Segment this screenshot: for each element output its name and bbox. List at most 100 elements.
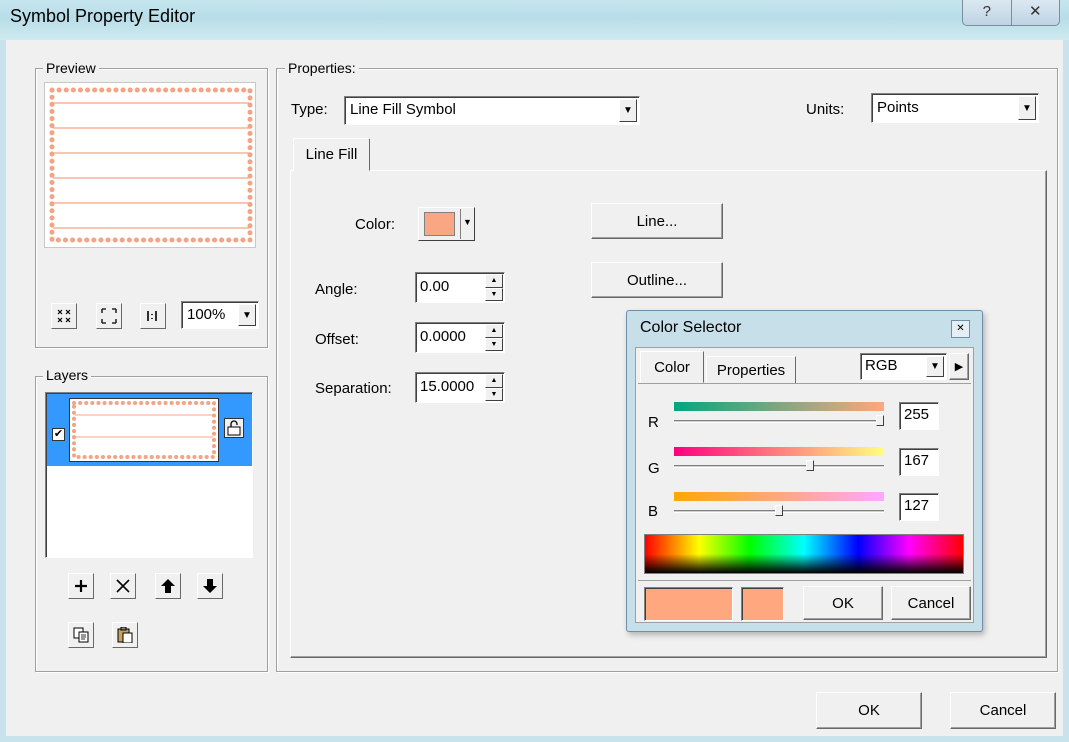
angle-spinner[interactable]: ▲ ▼ <box>485 274 503 301</box>
color-cancel-button[interactable]: Cancel <box>891 586 971 620</box>
offset-value: 0.0000 <box>420 328 466 345</box>
separation-field[interactable]: 15.0000 ▲ ▼ <box>415 372 505 403</box>
color-selector-body: Color Properties RGB ▼ ▶ R 255 G 167 B 1… <box>635 347 974 623</box>
type-label: Type: <box>291 101 328 118</box>
color-label: Color: <box>355 216 396 233</box>
delete-layer-button[interactable] <box>110 573 136 599</box>
preview-canvas <box>44 82 256 248</box>
preview-legend: Preview <box>43 60 99 76</box>
copy-layer-button[interactable] <box>68 622 94 648</box>
color-selector-window: Color Selector ✕ Color Properties RGB ▼ … <box>626 310 983 632</box>
b-value-field[interactable]: 127 <box>899 493 939 521</box>
arrow-down-icon <box>203 579 217 593</box>
window-title: Symbol Property Editor <box>10 6 196 26</box>
paste-layer-button[interactable] <box>112 622 138 648</box>
color-model-value: RGB <box>865 357 898 374</box>
move-down-button[interactable] <box>197 573 223 599</box>
window-controls: ? ✕ <box>962 0 1060 26</box>
r-gradient <box>674 402 884 411</box>
angle-field[interactable]: 0.00 ▲ ▼ <box>415 272 505 303</box>
zoom-in-button[interactable] <box>51 303 77 329</box>
current-color-swatch <box>741 587 784 621</box>
b-label: B <box>648 503 659 520</box>
g-gradient <box>674 447 884 456</box>
outline-button[interactable]: Outline... <box>591 262 723 298</box>
preview-symbol <box>49 87 253 243</box>
tab-color[interactable]: Color <box>640 351 704 383</box>
type-select[interactable]: Line Fill Symbol ▼ <box>344 96 640 125</box>
offset-spinner[interactable]: ▲ ▼ <box>485 324 503 351</box>
r-slider[interactable] <box>674 420 884 423</box>
r-slider-thumb[interactable] <box>876 415 884 426</box>
plus-icon <box>75 580 87 592</box>
zoom-out-icon <box>101 308 117 324</box>
layers-list[interactable]: ✔ <box>45 392 253 558</box>
cancel-button[interactable]: Cancel <box>950 692 1056 729</box>
chevron-down-icon[interactable]: ▼ <box>238 304 256 326</box>
close-icon[interactable]: ✕ <box>951 320 970 338</box>
separation-spinner[interactable]: ▲ ▼ <box>485 374 503 401</box>
g-label: G <box>648 460 660 477</box>
bottom-divider <box>638 580 971 581</box>
zoom-select[interactable]: 100% ▼ <box>181 301 259 329</box>
actual-size-button[interactable] <box>140 303 166 329</box>
window-border-left <box>0 40 6 742</box>
layer-symbol <box>72 401 216 459</box>
tab-line-fill[interactable]: Line Fill <box>293 138 370 171</box>
g-value-field[interactable]: 167 <box>899 448 939 476</box>
chevron-down-icon[interactable]: ▼ <box>1018 96 1036 120</box>
layer-visible-checkbox[interactable]: ✔ <box>52 428 65 441</box>
lock-button[interactable] <box>224 418 244 438</box>
color-selector-title: Color Selector <box>640 319 742 336</box>
r-label: R <box>648 414 659 431</box>
b-slider-thumb[interactable] <box>774 505 783 516</box>
properties-legend: Properties: <box>285 60 359 76</box>
add-layer-button[interactable] <box>68 573 94 599</box>
tab-line-fill-label: Line Fill <box>305 146 358 163</box>
g-slider[interactable] <box>674 465 884 468</box>
move-up-button[interactable] <box>155 573 181 599</box>
color-divider <box>460 209 461 239</box>
chevron-down-icon[interactable]: ▼ <box>926 356 944 377</box>
window-border-right <box>1063 40 1069 742</box>
delete-icon <box>116 579 130 593</box>
r-value-field[interactable]: 255 <box>899 402 939 430</box>
b-gradient <box>674 492 884 501</box>
line-button[interactable]: Line... <box>591 203 723 239</box>
chevron-down-icon: ▼ <box>463 217 472 227</box>
chevron-down-icon[interactable]: ▼ <box>619 99 637 122</box>
units-select[interactable]: Points ▼ <box>871 93 1039 123</box>
help-button[interactable]: ? <box>963 0 1012 25</box>
window-border-bottom <box>0 736 1069 742</box>
ok-button[interactable]: OK <box>816 692 922 729</box>
lock-icon <box>227 420 241 436</box>
color-model-select[interactable]: RGB ▼ <box>860 353 947 380</box>
separation-label: Separation: <box>315 380 392 397</box>
layer-row-selected[interactable]: ✔ <box>47 394 252 466</box>
color-spectrum[interactable] <box>644 534 964 574</box>
paste-icon <box>117 627 133 643</box>
color-picker-button[interactable]: ▼ <box>418 207 475 241</box>
tab-properties[interactable]: Properties <box>706 356 796 384</box>
g-slider-thumb[interactable] <box>806 460 815 471</box>
color-swatch <box>424 212 455 236</box>
layer-thumbnail <box>69 398 219 462</box>
offset-label: Offset: <box>315 331 359 348</box>
offset-field[interactable]: 0.0000 ▲ ▼ <box>415 322 505 353</box>
close-button[interactable]: ✕ <box>1012 0 1060 25</box>
arrow-up-icon <box>161 579 175 593</box>
zoom-in-icon <box>57 309 71 323</box>
type-value: Line Fill Symbol <box>350 101 456 118</box>
layers-legend: Layers <box>43 367 92 383</box>
zoom-value: 100% <box>187 306 226 323</box>
tab-color-label: Color <box>654 358 690 376</box>
separation-value: 15.0000 <box>420 378 475 395</box>
angle-value: 0.00 <box>420 278 450 295</box>
chevron-right-icon[interactable]: ▶ <box>949 353 969 380</box>
angle-label: Angle: <box>315 281 358 298</box>
units-value: Points <box>877 99 919 116</box>
copy-icon <box>73 627 89 643</box>
zoom-out-button[interactable] <box>96 303 122 329</box>
color-ok-button[interactable]: OK <box>803 586 883 620</box>
tab-properties-label: Properties <box>716 361 786 379</box>
